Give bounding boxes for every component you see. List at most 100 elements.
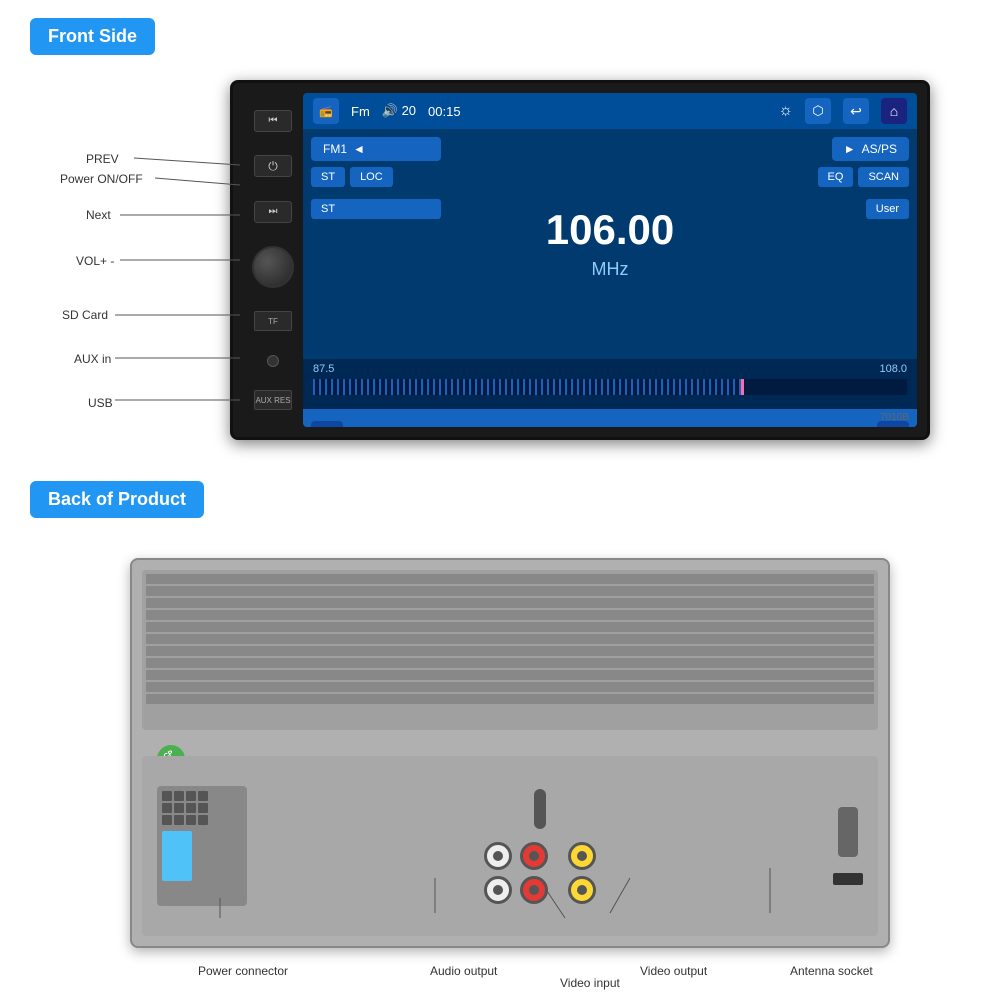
- video-output-label: Video output: [640, 964, 707, 978]
- controls-panel: ⏮ ⏻ ⏭ TF AUX RES: [243, 93, 303, 427]
- pin-4: [198, 791, 208, 801]
- eq-button[interactable]: EQ: [818, 167, 854, 187]
- screen-left-controls: FM1◄ ST LOC ST: [311, 137, 441, 351]
- pin-10: [174, 815, 184, 825]
- pin-7: [186, 803, 196, 813]
- audio-output-row-2: [484, 876, 548, 904]
- screen-center: 106.00 MHz: [449, 137, 771, 351]
- pin-3: [186, 791, 196, 801]
- pin-1: [162, 791, 172, 801]
- next-annotation: Next: [86, 208, 111, 222]
- video-output-port: [568, 842, 596, 870]
- freq-start: 87.5: [313, 363, 334, 375]
- user-label: User: [866, 199, 909, 219]
- pin-6: [174, 803, 184, 813]
- prev-button[interactable]: ⏮: [254, 110, 292, 132]
- pin-12: [198, 815, 208, 825]
- audio-output-group: [484, 842, 548, 904]
- power-connector-label: Power connector: [198, 964, 288, 978]
- power-connector: [157, 786, 247, 906]
- blue-connector: [162, 831, 192, 881]
- fin-10: [146, 682, 874, 692]
- back-icon[interactable]: ↩: [843, 98, 869, 124]
- video-row-2: [568, 876, 596, 904]
- usb-port[interactable]: AUX RES: [254, 390, 292, 410]
- screen-topbar: 📻 Fm 🔊 20 00:15 ☼ ⬡ ↩ ⌂: [303, 93, 917, 129]
- audio-out-red-1: [520, 842, 548, 870]
- audio-out-white-2: [484, 876, 512, 904]
- antenna-socket-label: Antenna socket: [790, 964, 873, 978]
- model-number: 7010B: [880, 412, 909, 423]
- screen-time: 00:15: [428, 104, 461, 119]
- screen-main: FM1◄ ST LOC ST 106.00 MHz ►AS/PS: [303, 129, 917, 359]
- screen-volume: 🔊 20: [382, 103, 416, 119]
- power-button[interactable]: ⏻: [254, 155, 292, 177]
- loc-button[interactable]: LOC: [350, 167, 393, 187]
- st-label: ST: [311, 199, 441, 219]
- aux-annotation: AUX in: [74, 352, 111, 366]
- fin-3: [146, 598, 874, 608]
- video-group: [568, 842, 596, 904]
- audio-output-row-1: [484, 842, 548, 870]
- fin-9: [146, 670, 874, 680]
- screen-mode: Fm: [351, 104, 370, 119]
- front-device: ⏮ ⏻ ⏭ TF AUX RES 📻 Fm 🔊 20 00:15 ☼ ⬡: [230, 80, 930, 440]
- pin-2: [174, 791, 184, 801]
- audio-out-red-2: [520, 876, 548, 904]
- sdcard-annotation: SD Card: [62, 308, 108, 322]
- fin-2: [146, 586, 874, 596]
- heatsink: [142, 570, 878, 730]
- power-connector-section: [157, 786, 247, 906]
- progress-fill: [313, 379, 741, 395]
- front-section-label: Front Side: [30, 18, 155, 55]
- freq-end: 108.0: [879, 363, 907, 375]
- progress-area: 87.5 108.0: [303, 359, 917, 409]
- video-row-1: [568, 842, 596, 870]
- video-input-port: [568, 876, 596, 904]
- asps-button[interactable]: ►AS/PS: [832, 137, 909, 161]
- video-input-label: Video input: [560, 976, 620, 990]
- st-button[interactable]: ST: [311, 167, 345, 187]
- antenna-socket: [838, 807, 858, 857]
- sd-card-slot[interactable]: TF: [254, 311, 292, 331]
- usb-slot-back: [833, 873, 863, 885]
- scan-button[interactable]: SCAN: [858, 167, 909, 187]
- middle-section: [267, 789, 813, 904]
- fin-8: [146, 658, 874, 668]
- aux-jack[interactable]: [267, 355, 279, 367]
- audio-out-white-1: [484, 842, 512, 870]
- vol-annotation: VOL+ -: [76, 254, 114, 268]
- audio-output-label: Audio output: [430, 964, 497, 978]
- screen-right-controls: ►AS/PS EQ SCAN User: [779, 137, 909, 351]
- pin-5: [162, 803, 172, 813]
- progress-track: [313, 379, 907, 395]
- screen: 📻 Fm 🔊 20 00:15 ☼ ⬡ ↩ ⌂ FM1◄ ST L: [303, 93, 917, 427]
- frequency-display: 106.00: [546, 209, 674, 251]
- st-loc-row: ST LOC: [311, 167, 441, 187]
- back-body: CPS5: [130, 558, 890, 948]
- connector-area: [142, 756, 878, 936]
- rca-groups: [484, 842, 596, 904]
- antenna-section: [833, 807, 863, 885]
- progress-labels: 87.5 108.0: [313, 363, 907, 375]
- back-section-label: Back of Product: [30, 481, 204, 518]
- fin-6: [146, 634, 874, 644]
- device-body: ⏮ ⏻ ⏭ TF AUX RES 📻 Fm 🔊 20 00:15 ☼ ⬡: [230, 80, 930, 440]
- fm1-button[interactable]: FM1◄: [311, 137, 441, 161]
- freq-prev-button[interactable]: ‹: [311, 421, 343, 427]
- pin-9: [162, 815, 172, 825]
- radio-icon: 📻: [313, 98, 339, 124]
- fin-1: [146, 574, 874, 584]
- prev-annotation: PREV: [86, 152, 119, 166]
- home-icon[interactable]: ⌂: [881, 98, 907, 124]
- progress-marker: [741, 379, 744, 395]
- back-device: CPS5: [130, 558, 890, 948]
- eq-scan-row: EQ SCAN: [818, 167, 909, 187]
- volume-knob[interactable]: [252, 246, 294, 288]
- bluetooth-icon: ⬡: [805, 98, 831, 124]
- fin-11: [146, 694, 874, 704]
- frequency-unit: MHz: [592, 259, 629, 280]
- fin-5: [146, 622, 874, 632]
- next-button[interactable]: ⏭: [254, 201, 292, 223]
- freq-bar: ‹ 87.50 90.00 98.00 106.00 108.00 87.50 …: [303, 409, 917, 427]
